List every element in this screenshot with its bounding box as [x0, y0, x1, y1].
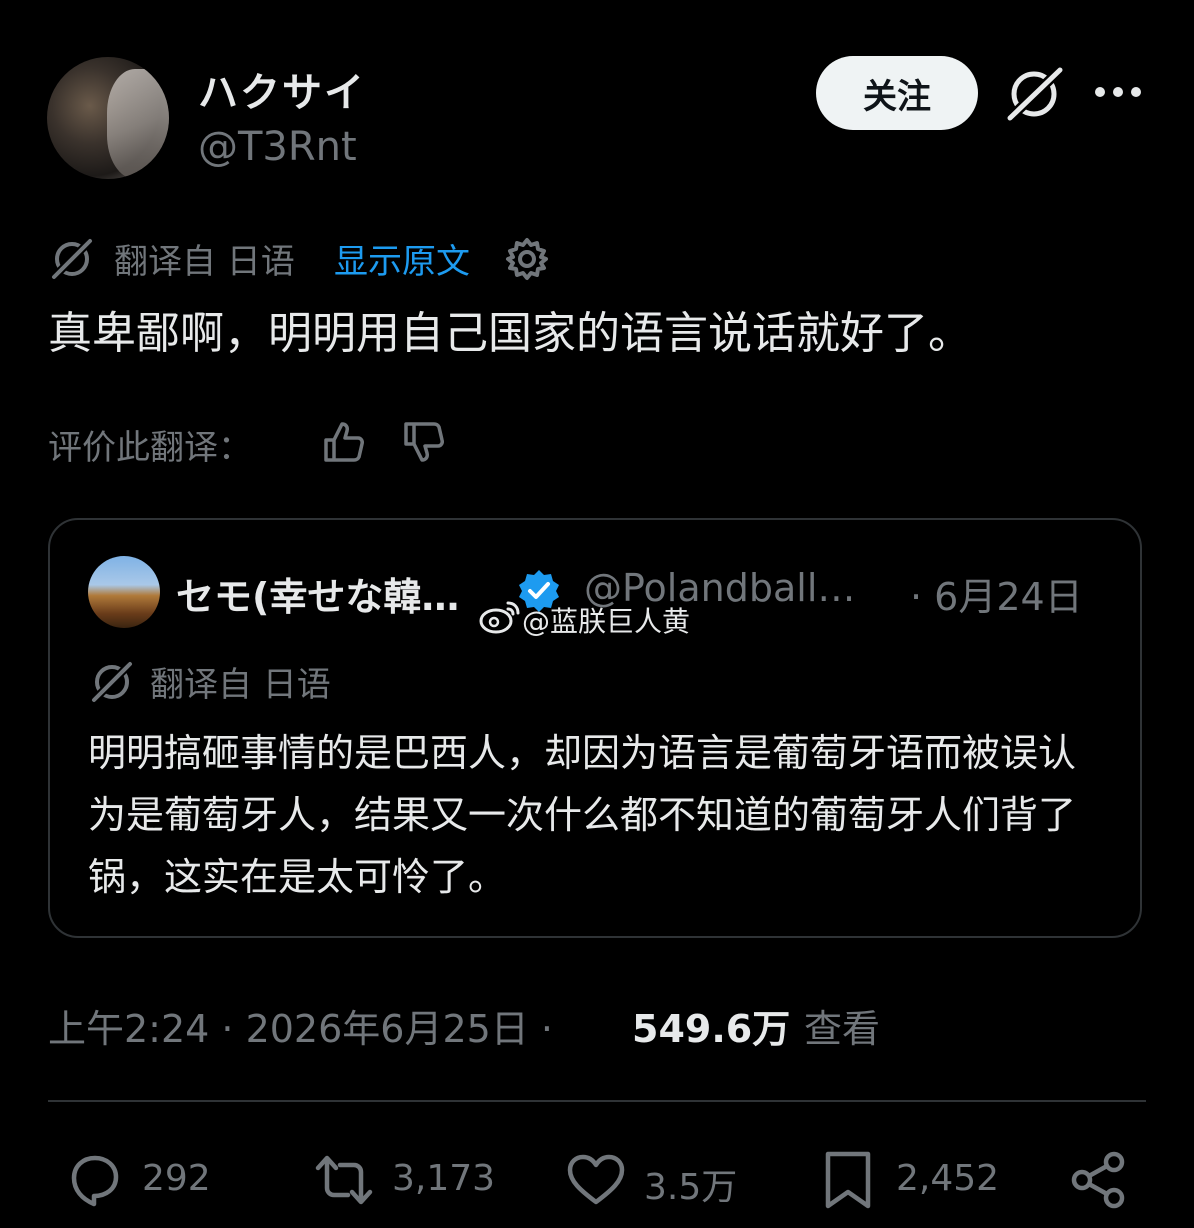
grok-translate-icon: [91, 661, 133, 703]
grok-icon[interactable]: [1004, 66, 1064, 122]
like-heart-icon[interactable]: [566, 1150, 626, 1210]
quoted-post-text: 明明搞砸事情的是巴西人，却因为语言是葡萄牙语而被误认为是葡萄牙人，结果又一次什么…: [88, 731, 1077, 899]
quoted-author-display-name[interactable]: セモ(幸せな韓…: [176, 566, 459, 621]
rate-translation-label: 评价此翻译：: [48, 428, 252, 468]
show-original-link[interactable]: 显示原文: [334, 234, 470, 283]
repost-icon[interactable]: [314, 1150, 374, 1210]
reply-icon[interactable]: [64, 1150, 124, 1210]
quoted-post-date: · 6月24日: [910, 575, 1083, 619]
divider: [48, 1100, 1146, 1102]
quoted-translation-label: 翻译自 日语: [150, 665, 331, 705]
repost-count: 3,173: [392, 1158, 496, 1199]
translation-label: 翻译自 日语: [114, 242, 295, 282]
author-avatar[interactable]: [47, 57, 169, 179]
gear-icon[interactable]: [505, 237, 549, 281]
thumbs-down-icon[interactable]: [402, 420, 446, 464]
more-options-icon[interactable]: [1094, 84, 1142, 100]
post-text: 真卑鄙啊，明明用自己国家的语言说话就好了。: [48, 308, 972, 359]
share-icon[interactable]: [1070, 1150, 1130, 1210]
watermark-text: @蓝朕巨人黄: [522, 605, 691, 638]
bookmark-icon[interactable]: [818, 1150, 878, 1210]
grok-translate-icon: [51, 238, 93, 280]
author-display-name[interactable]: ハクサイ: [198, 60, 366, 118]
weibo-watermark-icon: [479, 601, 520, 634]
like-count: 3.5万: [644, 1167, 738, 1208]
author-handle[interactable]: @T3Rnt: [198, 124, 357, 170]
quoted-author-avatar[interactable]: [88, 556, 160, 628]
view-count-label: 查看: [804, 1007, 881, 1051]
follow-button[interactable]: 关注: [816, 56, 978, 130]
thumbs-up-icon[interactable]: [322, 420, 366, 464]
post-timestamp[interactable]: 上午2:24 · 2026年6月25日 ·: [48, 998, 553, 1053]
view-count: 549.6万: [632, 1007, 791, 1051]
reply-count: 292: [142, 1158, 211, 1199]
bookmark-count: 2,452: [896, 1158, 1000, 1199]
